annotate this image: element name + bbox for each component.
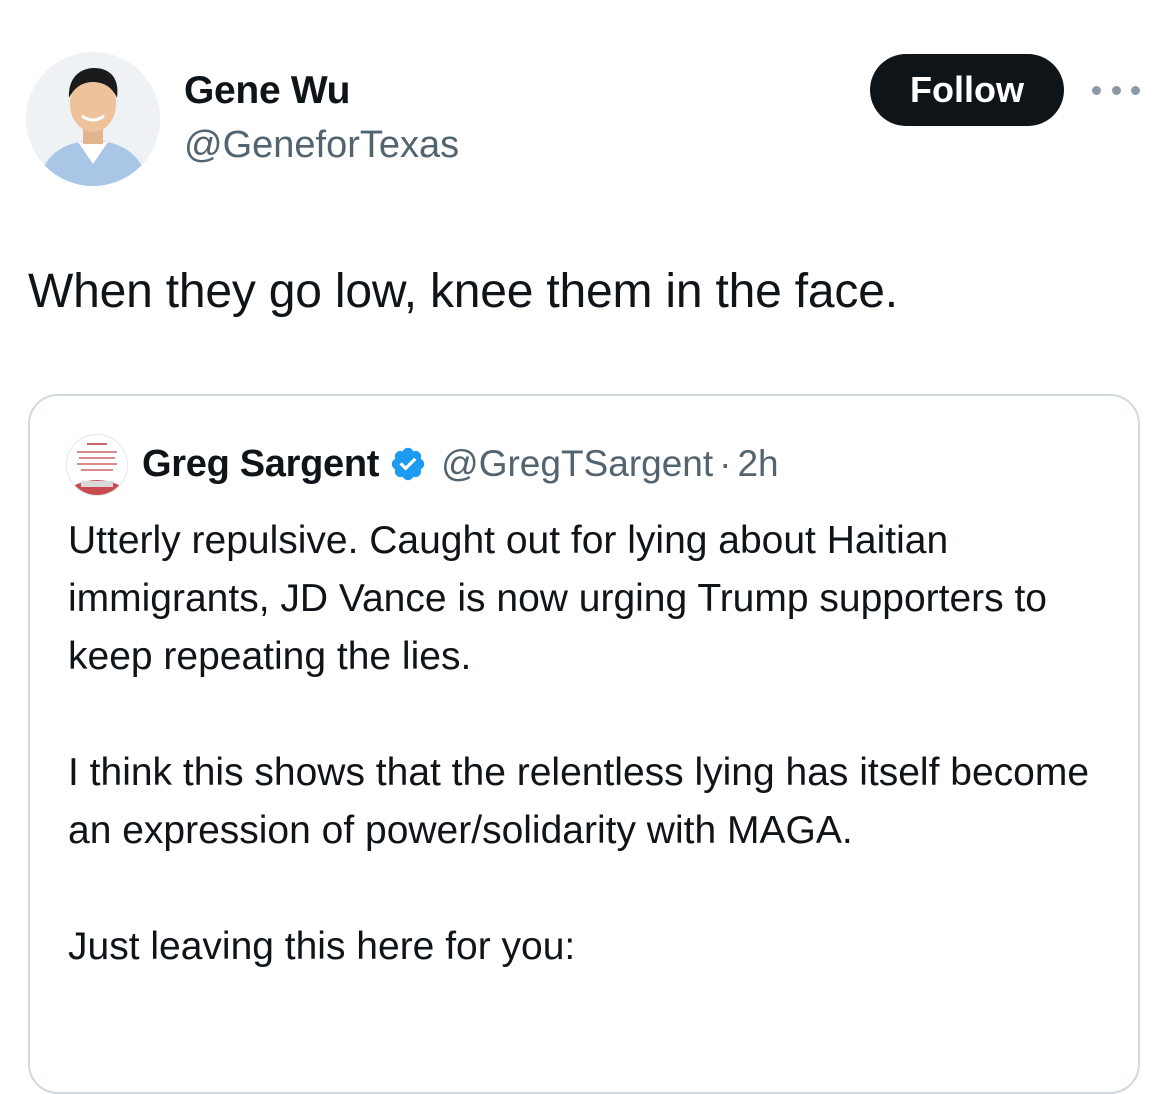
quoted-tweet-paragraph: I think this shows that the relentless l…	[68, 751, 1090, 852]
quoted-tweet-paragraph: Utterly repulsive. Caught out for lying …	[68, 519, 1047, 678]
quoted-author-name[interactable]: Greg Sargent	[142, 443, 379, 486]
more-dot	[1131, 85, 1140, 95]
ellipsis-icon[interactable]	[1092, 80, 1140, 100]
author-avatar[interactable]	[26, 52, 160, 186]
quoted-tweet-timestamp[interactable]: 2h	[737, 443, 778, 485]
quoted-tweet-header: Greg Sargent @GregTSargent · 2h	[142, 440, 779, 488]
more-dot	[1092, 85, 1101, 95]
profile-photo	[26, 52, 160, 186]
quoted-author-avatar[interactable]	[66, 434, 128, 496]
tweet-text: When they go low, knee them in the face.	[28, 265, 898, 318]
timestamp-separator: ·	[719, 443, 732, 484]
book-cover-avatar	[67, 435, 127, 495]
quoted-author-handle[interactable]: @GregTSargent	[441, 443, 713, 485]
quoted-tweet-card[interactable]: Greg Sargent @GregTSargent · 2h Utterly …	[28, 394, 1140, 1094]
author-name[interactable]: Gene Wu	[184, 68, 351, 114]
quoted-tweet-body: Utterly repulsive. Caught out for lying …	[68, 512, 1128, 1034]
verified-badge-icon	[389, 445, 427, 483]
more-dot	[1111, 85, 1121, 95]
author-handle[interactable]: @GeneforTexas	[184, 122, 459, 168]
follow-button[interactable]: Follow	[870, 54, 1064, 126]
quoted-tweet-paragraph: Just leaving this here for you:	[68, 925, 576, 968]
